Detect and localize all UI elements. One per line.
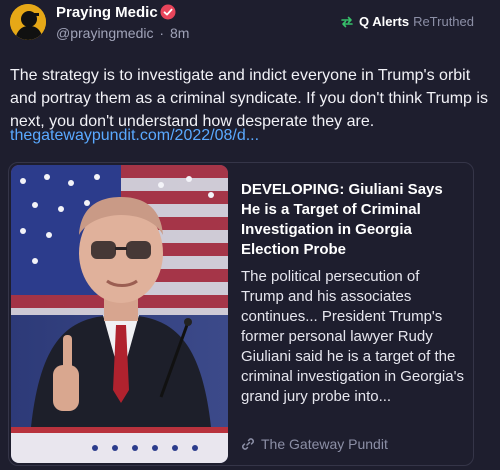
verified-badge-icon	[160, 4, 176, 20]
retruth-label: ReTruthed	[413, 14, 474, 29]
separator: ·	[159, 25, 165, 41]
card-source[interactable]: The Gateway Pundit	[241, 436, 388, 452]
card-source-name: The Gateway Pundit	[261, 436, 388, 452]
card-thumbnail	[11, 165, 228, 463]
post-link[interactable]: thegatewaypundit.com/2022/08/d...	[10, 127, 259, 145]
author-handle-line: @prayingmedic · 8m	[56, 25, 189, 41]
author-display-name[interactable]: Praying Medic	[56, 4, 158, 21]
card-description: The political persecution of Trump and h…	[241, 268, 464, 405]
card-title[interactable]: DEVELOPING: Giuliani Says He is a Target…	[241, 180, 463, 260]
retruth-indicator: Q Alerts ReTruthed	[340, 14, 474, 29]
retruth-account[interactable]: Q Alerts	[359, 14, 409, 29]
link-preview-card[interactable]: DEVELOPING: Giuliani Says He is a Target…	[8, 162, 474, 466]
truth-post: Praying Medic @prayingmedic · 8m Q Alert…	[0, 0, 500, 470]
author-handle[interactable]: @prayingmedic	[56, 25, 153, 41]
link-icon	[241, 437, 255, 451]
post-timestamp[interactable]: 8m	[170, 25, 189, 41]
retruth-icon	[340, 15, 354, 29]
author-avatar[interactable]	[10, 4, 46, 40]
post-body-text: The strategy is to investigate and indic…	[10, 67, 488, 130]
